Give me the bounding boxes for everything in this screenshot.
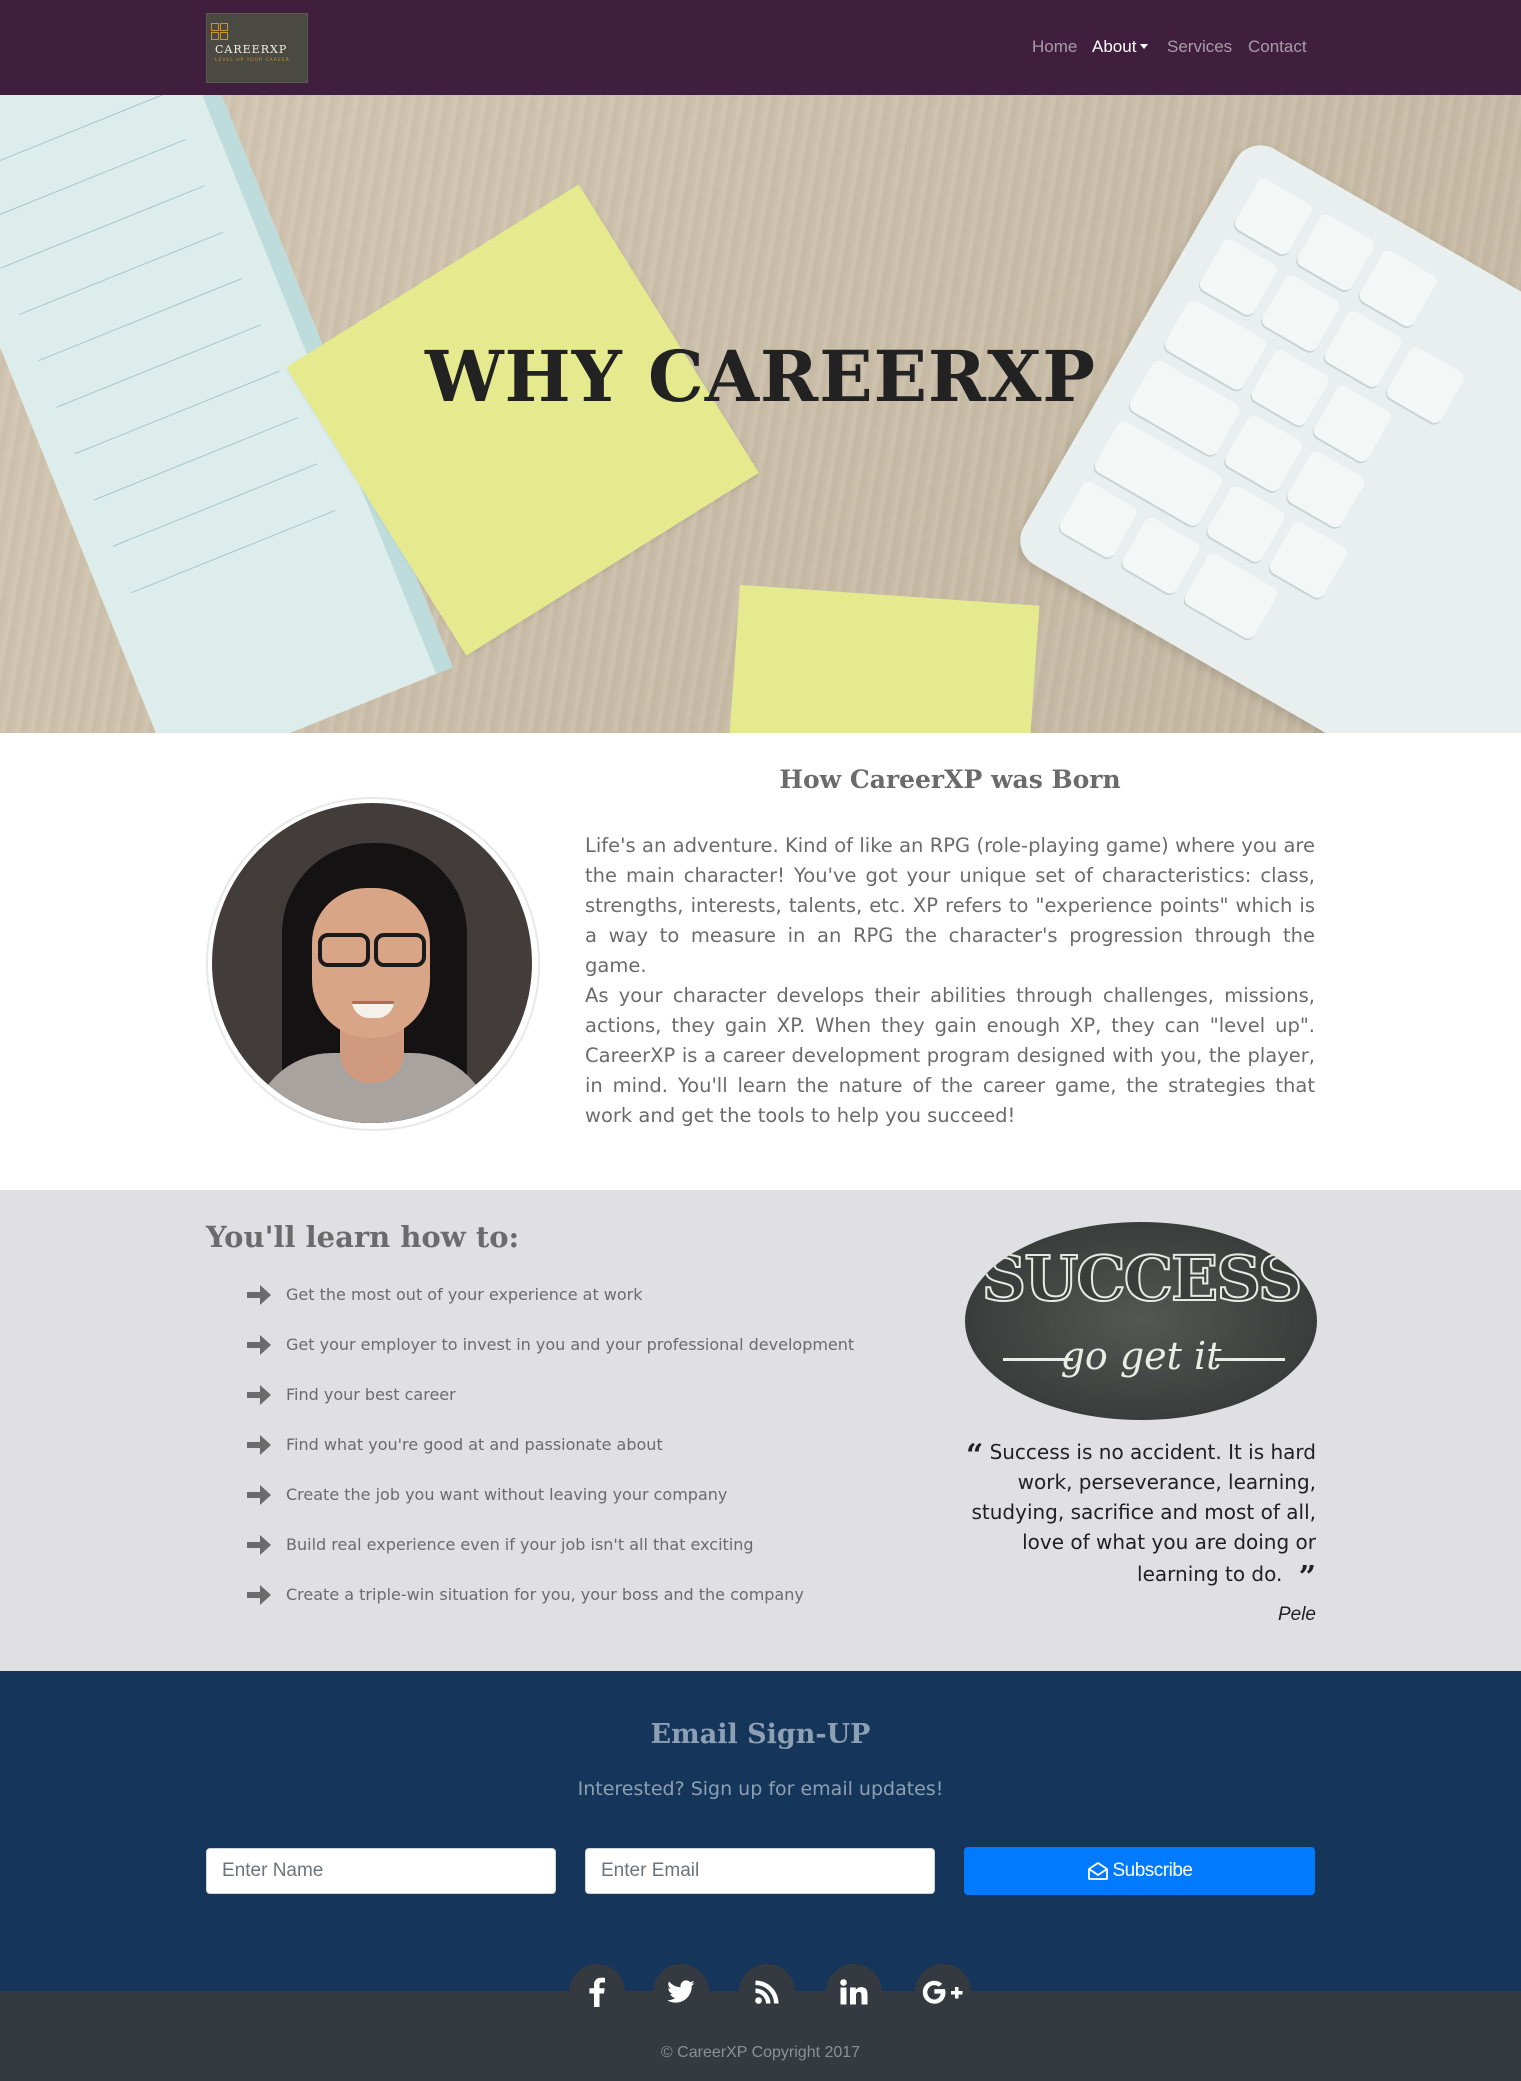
sticky-note-image [720,584,1040,733]
subscribe-label: Subscribe [1112,1860,1194,1881]
google-plus-icon [922,1980,963,2004]
rss-icon [755,1980,779,2004]
copyright-text: © CareerXP Copyright 2017 [660,2044,861,2061]
nav-home[interactable]: Home [1032,37,1077,57]
learn-list-item: Find your best career [245,1380,885,1410]
logo-square [211,32,219,40]
logo-square [220,32,228,40]
arrow-decoration [1215,1358,1285,1361]
learn-list-item: Build real experience even if your job i… [245,1530,885,1560]
arrow-right-icon [247,1585,271,1605]
learn-list-item: Create a triple-win situation for you, y… [245,1580,885,1610]
envelope-open-icon [1087,1862,1108,1880]
nav-contact[interactable]: Contact [1248,37,1307,57]
chevron-down-icon [1140,44,1149,49]
logo-square [211,23,219,31]
learn-list-item: Find what you're good at and passionate … [245,1430,885,1460]
learn-item-text: Get the most out of your experience at w… [286,1285,643,1304]
linkedin-link[interactable] [826,1964,882,2020]
learn-list-item: Create the job you want without leaving … [245,1480,885,1510]
arrow-right-icon [247,1535,271,1555]
rss-link[interactable] [739,1964,795,2020]
arrow-right-icon [247,1285,271,1305]
name-input[interactable] [206,1848,556,1894]
facebook-link[interactable] [569,1964,625,2020]
profile-photo [212,803,532,1123]
arrow-right-icon [247,1385,271,1405]
arrow-right-icon [247,1335,271,1355]
learn-list-item: Get the most out of your experience at w… [245,1280,885,1310]
email-input[interactable] [585,1848,935,1894]
success-image-subtext: go get it [1060,1334,1222,1378]
twitter-link[interactable] [653,1964,709,2020]
quote-block: “ Success is no accident. It is hard wor… [960,1435,1316,1593]
nav-services[interactable]: Services [1167,37,1232,57]
success-image-text: SUCCESS [981,1241,1304,1316]
signup-subheading: Interested? Sign up for email updates! [577,1778,944,1800]
arrow-right-icon [247,1485,271,1505]
learn-heading: You'll learn how to: [206,1220,520,1254]
logo-square [220,23,228,31]
signup-heading: Email Sign-UP [650,1719,871,1750]
learn-item-text: Find what you're good at and passionate … [286,1435,663,1454]
facebook-icon [589,1977,605,2007]
learn-item-text: Create a triple-win situation for you, y… [286,1585,804,1604]
learn-item-text: Find your best career [286,1385,456,1404]
quote-close-icon: ” [1298,1560,1316,1595]
quote-author: Pele [1277,1604,1316,1625]
hero-title: WHY CAREERXP [424,335,1097,418]
about-paragraph-1: Life's an adventure. Kind of like an RPG… [585,834,1315,977]
about-paragraph-2: As your character develops their abiliti… [585,984,1315,1127]
quote-text: Success is no accident. It is hard work,… [971,1440,1316,1586]
learn-item-text: Get your employer to invest in you and y… [286,1335,855,1354]
twitter-icon [667,1980,695,2003]
linkedin-icon [840,1979,868,2005]
nav-about[interactable]: About [1092,37,1149,57]
brand-logo[interactable]: CAREERXP LEVEL UP YOUR CAREER [206,13,308,83]
subscribe-button[interactable]: Subscribe [964,1847,1315,1895]
nav-about-label: About [1092,37,1137,56]
about-heading: How CareerXP was Born [779,765,1121,794]
success-chalkboard-image: SUCCESS go get it [965,1222,1317,1420]
learn-item-text: Create the job you want without leaving … [286,1485,728,1504]
brand-tagline: LEVEL UP YOUR CAREER [215,58,290,63]
google-plus-link[interactable] [915,1964,971,2020]
learn-item-text: Build real experience even if your job i… [286,1535,754,1554]
quote-open-icon: “ [965,1438,984,1473]
brand-name: CAREERXP [215,43,288,56]
arrow-right-icon [247,1435,271,1455]
learn-list-item: Get your employer to invest in you and y… [245,1330,885,1360]
